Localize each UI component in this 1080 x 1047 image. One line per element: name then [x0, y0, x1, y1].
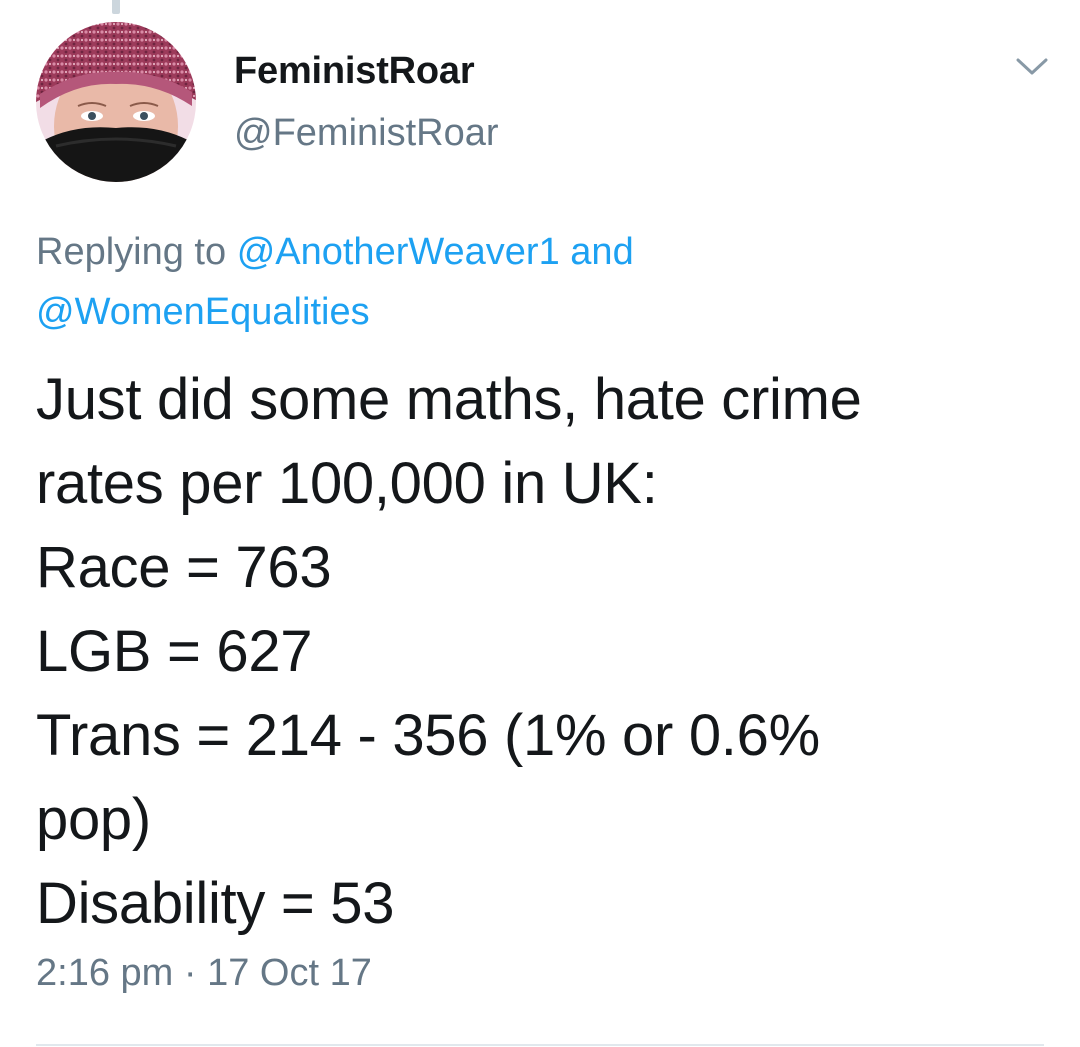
tweet-line: rates per 100,000 in UK: — [36, 451, 658, 516]
thread-connector-line — [112, 0, 120, 14]
tweet-line: Trans = 214 - 356 (1% or 0.6% — [36, 703, 820, 768]
author-display-name[interactable]: FeministRoar — [234, 50, 475, 93]
tweet-line: Just did some maths, hate crime — [36, 367, 862, 432]
mention-link[interactable]: @AnotherWeaver1 — [237, 231, 560, 273]
reply-prefix: Replying to — [36, 231, 227, 273]
reply-joiner[interactable]: and — [570, 231, 633, 273]
tweet-date: 17 Oct 17 — [207, 952, 372, 994]
chevron-down-icon[interactable] — [1012, 52, 1052, 80]
timestamp-separator: · — [183, 952, 197, 994]
tweet-time: 2:16 pm — [36, 952, 174, 994]
divider — [36, 1044, 1044, 1046]
reply-context: Replying to @AnotherWeaver1 and @WomenEq… — [36, 222, 1046, 342]
tweet-line: LGB = 627 — [36, 619, 313, 684]
avatar[interactable] — [36, 22, 196, 182]
tweet-line: Race = 763 — [36, 535, 332, 600]
mention-link[interactable]: @WomenEqualities — [36, 291, 370, 333]
tweet-line: Disability = 53 — [36, 871, 395, 936]
tweet-line: pop) — [36, 787, 151, 852]
tweet-text: Just did some maths, hate crime rates pe… — [36, 358, 1046, 946]
author-handle[interactable]: @FeministRoar — [234, 112, 499, 155]
profile-photo — [36, 22, 196, 182]
tweet-timestamp[interactable]: 2:16 pm · 17 Oct 17 — [36, 952, 372, 995]
